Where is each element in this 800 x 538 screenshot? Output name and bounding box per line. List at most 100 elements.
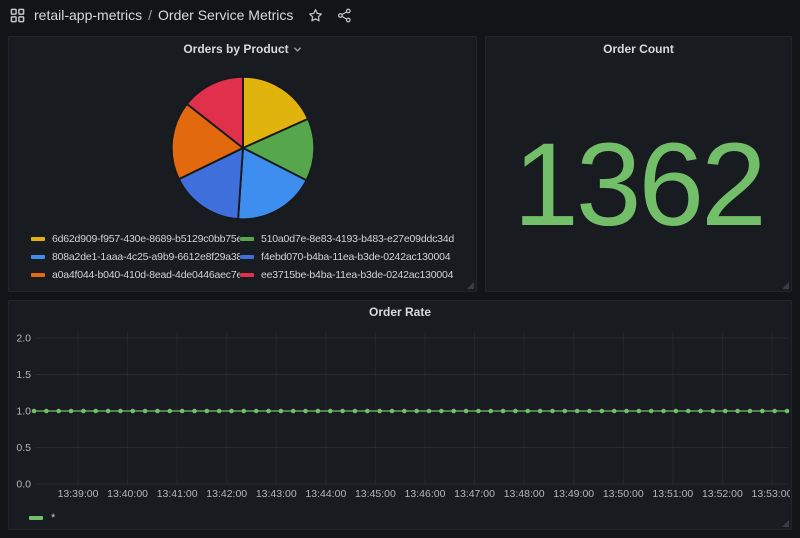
data-point[interactable]: [340, 409, 345, 414]
panel-resize-handle[interactable]: [467, 282, 474, 289]
data-point[interactable]: [772, 409, 777, 414]
data-point[interactable]: [44, 409, 49, 414]
data-point[interactable]: [513, 409, 518, 414]
data-point[interactable]: [192, 409, 197, 414]
legend-label: a0a4f044-b040-410d-8ead-4de0446aec7e: [52, 269, 240, 281]
star-icon[interactable]: [308, 8, 323, 23]
x-axis-tick-label: 13:40:00: [107, 488, 148, 500]
data-point[interactable]: [563, 409, 568, 414]
pie-chart[interactable]: [168, 73, 318, 223]
data-point[interactable]: [118, 409, 123, 414]
data-point[interactable]: [674, 409, 679, 414]
breadcrumb-folder[interactable]: retail-app-metrics: [34, 7, 142, 23]
data-point[interactable]: [414, 409, 419, 414]
data-point[interactable]: [661, 409, 666, 414]
legend-label[interactable]: *: [51, 512, 55, 524]
data-point[interactable]: [402, 409, 407, 414]
data-point[interactable]: [316, 409, 321, 414]
data-point[interactable]: [624, 409, 629, 414]
data-point[interactable]: [686, 409, 691, 414]
pie-panel-title-menu[interactable]: Orders by Product: [9, 37, 476, 61]
legend-label: f4ebd070-b4ba-11ea-b3de-0242ac130004: [261, 251, 450, 263]
pie-legend-item[interactable]: ee3715be-b4ba-11ea-b3de-0242ac130004: [240, 266, 470, 284]
panel-resize-handle[interactable]: [782, 520, 789, 527]
data-point[interactable]: [698, 409, 703, 414]
share-icon[interactable]: [337, 8, 352, 23]
data-point[interactable]: [785, 409, 790, 414]
data-point[interactable]: [587, 409, 592, 414]
data-point[interactable]: [130, 409, 135, 414]
data-point[interactable]: [760, 409, 765, 414]
legend-swatch: [31, 273, 45, 277]
data-point[interactable]: [637, 409, 642, 414]
breadcrumb-dashboard-title[interactable]: Order Service Metrics: [158, 7, 293, 23]
data-point[interactable]: [180, 409, 185, 414]
pie-legend-item[interactable]: 808a2de1-1aaa-4c25-a9b9-6612e8f29a38: [31, 248, 240, 266]
data-point[interactable]: [711, 409, 716, 414]
data-point[interactable]: [649, 409, 654, 414]
data-point[interactable]: [32, 409, 37, 414]
data-point[interactable]: [279, 409, 284, 414]
rate-panel-title-menu[interactable]: Order Rate: [9, 301, 791, 323]
data-point[interactable]: [303, 409, 308, 414]
pie-legend-item[interactable]: 510a0d7e-8e83-4193-b483-e27e09ddc34d: [240, 230, 470, 248]
data-point[interactable]: [488, 409, 493, 414]
data-point[interactable]: [550, 409, 555, 414]
dashboard-grid-icon[interactable]: [10, 8, 25, 23]
data-point[interactable]: [377, 409, 382, 414]
data-point[interactable]: [365, 409, 370, 414]
data-point[interactable]: [439, 409, 444, 414]
panel-title: Order Rate: [369, 305, 431, 319]
data-point[interactable]: [328, 409, 333, 414]
pie-legend-item[interactable]: f4ebd070-b4ba-11ea-b3de-0242ac130004: [240, 248, 470, 266]
data-point[interactable]: [167, 409, 172, 414]
data-point[interactable]: [69, 409, 74, 414]
data-point[interactable]: [451, 409, 456, 414]
data-point[interactable]: [723, 409, 728, 414]
pie-legend-item[interactable]: a0a4f044-b040-410d-8ead-4de0446aec7e: [31, 266, 240, 284]
data-point[interactable]: [81, 409, 86, 414]
panel-order-count: Order Count 1362: [485, 36, 792, 292]
data-point[interactable]: [501, 409, 506, 414]
data-point[interactable]: [538, 409, 543, 414]
data-point[interactable]: [353, 409, 358, 414]
data-point[interactable]: [143, 409, 148, 414]
data-point[interactable]: [266, 409, 271, 414]
panel-orders-by-product: Orders by Product 6d62d909-f957-430e-868…: [8, 36, 477, 292]
data-point[interactable]: [155, 409, 160, 414]
data-point[interactable]: [464, 409, 469, 414]
data-point[interactable]: [600, 409, 605, 414]
data-point[interactable]: [254, 409, 259, 414]
data-point[interactable]: [390, 409, 395, 414]
data-point[interactable]: [106, 409, 111, 414]
legend-swatch: [240, 237, 254, 241]
data-point[interactable]: [476, 409, 481, 414]
x-axis-tick-label: 13:44:00: [305, 488, 346, 500]
navbar: retail-app-metrics / Order Service Metri…: [0, 0, 800, 30]
data-point[interactable]: [56, 409, 61, 414]
data-point[interactable]: [217, 409, 222, 414]
panel-resize-handle[interactable]: [782, 282, 789, 289]
rate-legend: *: [9, 509, 791, 527]
data-point[interactable]: [735, 409, 740, 414]
data-point[interactable]: [748, 409, 753, 414]
breadcrumb: retail-app-metrics / Order Service Metri…: [34, 7, 293, 23]
pie-legend-item[interactable]: 6d62d909-f957-430e-8689-b5129c0bb75e: [31, 230, 240, 248]
panel-title: Order Count: [603, 42, 674, 56]
data-point[interactable]: [229, 409, 234, 414]
data-point[interactable]: [242, 409, 247, 414]
data-point[interactable]: [575, 409, 580, 414]
data-point[interactable]: [525, 409, 530, 414]
data-point[interactable]: [205, 409, 210, 414]
legend-swatch: [29, 516, 43, 520]
rate-chart[interactable]: 0.00.51.01.52.013:39:0013:40:0013:41:001…: [10, 323, 790, 509]
stat-value: 1362: [513, 126, 764, 244]
y-axis-tick-label: 1.5: [16, 369, 31, 381]
y-axis-tick-label: 0.0: [16, 479, 31, 491]
data-point[interactable]: [291, 409, 296, 414]
data-point[interactable]: [612, 409, 617, 414]
data-point[interactable]: [93, 409, 98, 414]
data-point[interactable]: [427, 409, 432, 414]
legend-label: 510a0d7e-8e83-4193-b483-e27e09ddc34d: [261, 233, 454, 245]
stat-panel-title-menu[interactable]: Order Count: [486, 37, 791, 61]
